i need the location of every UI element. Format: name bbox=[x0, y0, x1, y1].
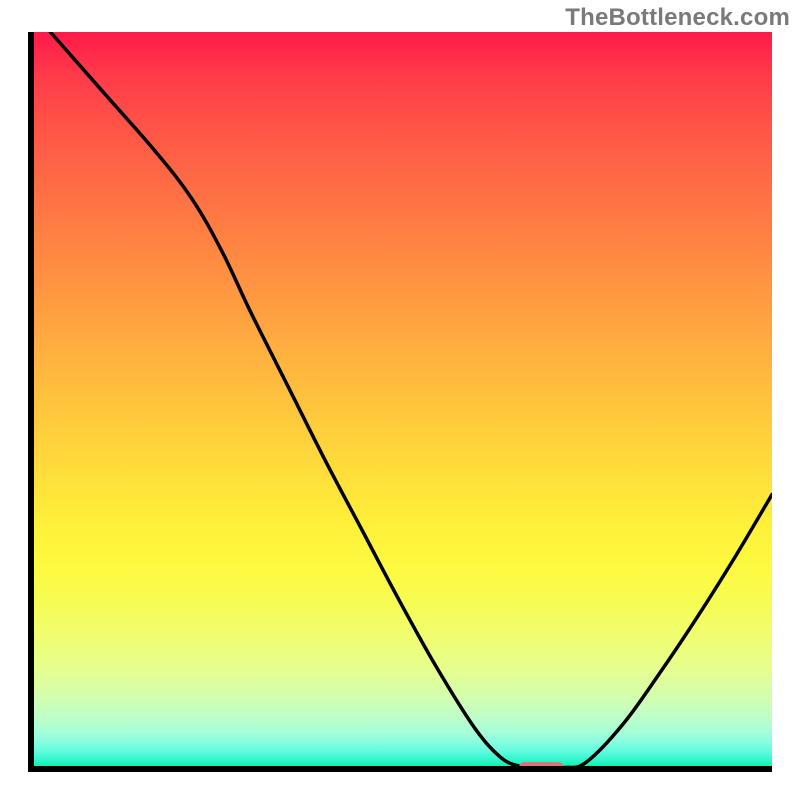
attribution-watermark: TheBottleneck.com bbox=[565, 4, 790, 32]
bottleneck-curve bbox=[50, 32, 772, 768]
plot-area bbox=[28, 32, 772, 772]
axis-frame bbox=[31, 32, 772, 769]
chart-frame: TheBottleneck.com bbox=[0, 0, 800, 800]
plot-svg bbox=[28, 32, 772, 772]
